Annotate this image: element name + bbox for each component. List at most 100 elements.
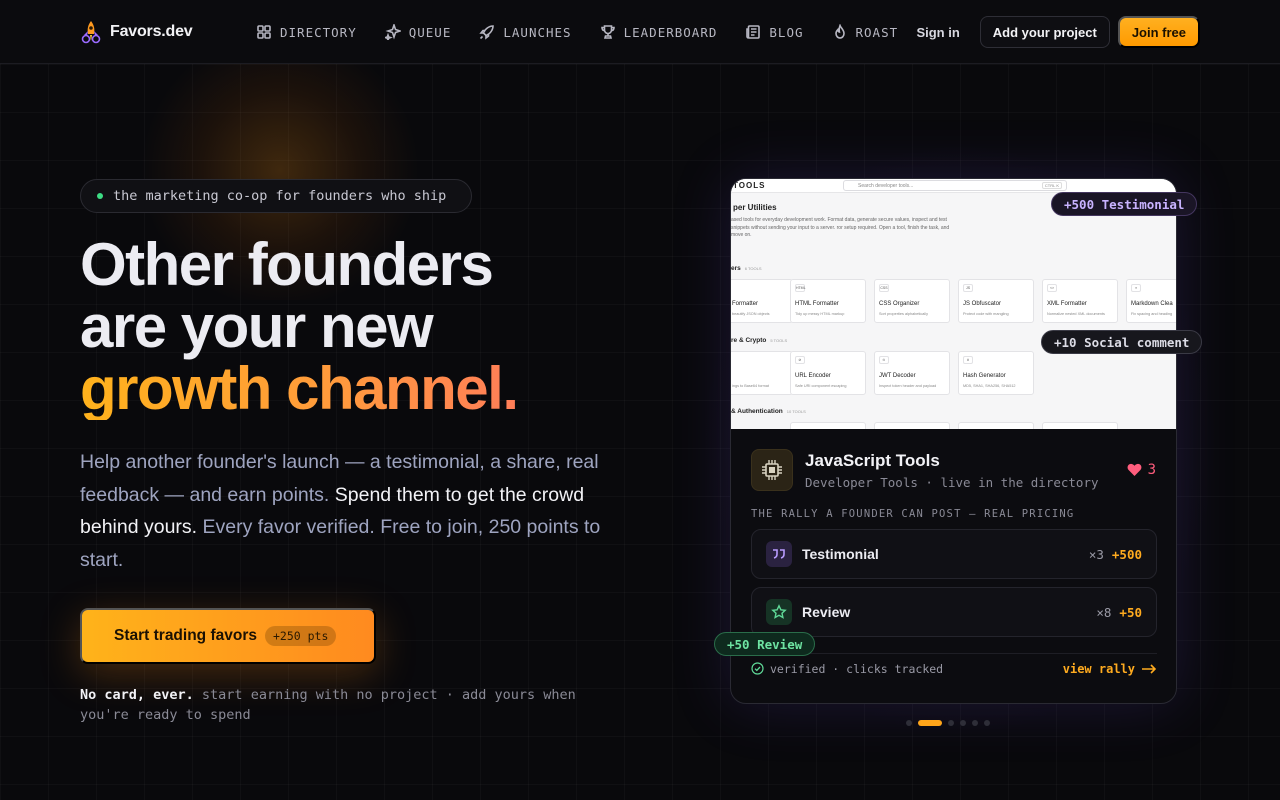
arrow-right-icon bbox=[1142, 663, 1157, 674]
nav-queue[interactable]: QUEUE bbox=[384, 24, 452, 40]
tool-tile: Formatter beautify JSON objects bbox=[731, 279, 793, 323]
tile-desc: Fix spacing and heading bbox=[1131, 312, 1173, 316]
tile-name: XML Formatter bbox=[1047, 301, 1087, 307]
tile-name: HTML Formatter bbox=[795, 301, 839, 307]
tool-tile: <> XML Formatter Normalize nested XML docu… bbox=[1042, 279, 1118, 323]
tile-desc: Tidy up messy HTML markup bbox=[795, 312, 845, 316]
section-count: 6 TOOLS bbox=[744, 266, 762, 271]
tile-desc: beautify JSON objects bbox=[732, 312, 770, 316]
tile-name: Hash Generator bbox=[963, 373, 1006, 379]
nav-launches-label: LAUNCHES bbox=[503, 24, 572, 40]
carousel-dot[interactable] bbox=[984, 720, 990, 726]
tile-icon: ≡ bbox=[1131, 284, 1141, 292]
nav-roast[interactable]: ROAST bbox=[832, 24, 899, 40]
join-free-button[interactable]: Join free bbox=[1117, 16, 1200, 48]
tagline-text: the marketing co-op for founders who shi… bbox=[113, 188, 447, 204]
project-avatar[interactable] bbox=[751, 449, 793, 491]
tile-desc: Normalize nested XML documents bbox=[1047, 312, 1105, 316]
section-title: ers bbox=[731, 265, 741, 272]
tile-icon: JS bbox=[963, 284, 973, 292]
rally-row-review[interactable]: Review ×8 +50 bbox=[751, 587, 1157, 637]
nav-roast-label: ROAST bbox=[855, 24, 899, 40]
row-name: Review bbox=[802, 604, 851, 620]
rocket-icon bbox=[479, 25, 495, 40]
tool-tile: HTML HTML Formatter Tidy up messy HTML mar… bbox=[790, 279, 866, 323]
nav-blog[interactable]: BLOG bbox=[745, 24, 803, 40]
tile-desc: ings to Base64 format bbox=[732, 384, 769, 388]
tile-desc: MD5, SHA1, SHA256, SHA512 bbox=[963, 384, 1016, 388]
view-rally-link[interactable]: view rally bbox=[1063, 662, 1157, 676]
tagline-pill: the marketing co-op for founders who shi… bbox=[80, 179, 472, 213]
section-count: 10 TOOLS bbox=[786, 409, 806, 414]
floating-badge-review: +50 Review bbox=[714, 632, 816, 656]
row-name: Testimonial bbox=[802, 546, 879, 562]
tile-name: JS Obfuscator bbox=[963, 301, 1002, 307]
carousel-dot[interactable] bbox=[906, 720, 912, 726]
hero-headline: Other founders are your new growth chann… bbox=[80, 234, 640, 420]
rally-row-testimonial[interactable]: Testimonial ×3 +500 bbox=[751, 529, 1157, 579]
row-points: +50 bbox=[1119, 604, 1142, 620]
tile-icon: ⊘ bbox=[795, 356, 805, 364]
verified-status: verified · clicks tracked bbox=[751, 662, 943, 676]
row-count: ×8 bbox=[1096, 604, 1112, 620]
rally-label: THE RALLY A FOUNDER CAN POST — REAL PRIC… bbox=[751, 508, 1075, 520]
project-info: JavaScript Tools Developer Tools · live … bbox=[805, 451, 1099, 490]
section-count: 5 TOOLS bbox=[770, 338, 788, 343]
nav-directory[interactable]: DIRECTORY bbox=[256, 24, 357, 40]
start-trading-button[interactable]: Start trading favors +250 pts bbox=[80, 608, 376, 664]
project-name[interactable]: JavaScript Tools bbox=[805, 451, 1099, 471]
carousel-dot[interactable] bbox=[960, 720, 966, 726]
nav-directory-label: DIRECTORY bbox=[280, 24, 357, 40]
tool-tile: CSS CSS Organizer Sort properties alphabet… bbox=[874, 279, 950, 323]
view-rally-label: view rally bbox=[1062, 661, 1135, 676]
nav-leaderboard-label: LEADERBOARD bbox=[623, 24, 718, 40]
screenshot-search-shortcut: CTRL K bbox=[1041, 182, 1062, 189]
nav-leaderboard[interactable]: LEADERBOARD bbox=[600, 24, 718, 40]
nav-launches[interactable]: LAUNCHES bbox=[479, 24, 571, 40]
tile-name: JWT Decoder bbox=[879, 373, 916, 379]
carousel-dot[interactable] bbox=[948, 720, 954, 726]
screenshot-section: re & Crypto 5 TOOLS bbox=[731, 337, 787, 344]
project-header: JavaScript Tools Developer Tools · live … bbox=[751, 449, 1099, 491]
tool-tile bbox=[1042, 422, 1118, 429]
tool-tile bbox=[790, 422, 866, 429]
row-points: +500 bbox=[1111, 546, 1142, 562]
tile-name: CSS Organizer bbox=[879, 301, 920, 307]
cta-points-badge: +250 pts bbox=[264, 626, 337, 646]
carousel-dot[interactable] bbox=[972, 720, 978, 726]
nav-actions: Sign in Add your project Join free bbox=[904, 16, 1200, 48]
screenshot-search-placeholder: Search developer tools... bbox=[858, 183, 914, 189]
brand-logo[interactable]: Favors.dev bbox=[80, 20, 193, 44]
carousel-dots bbox=[906, 720, 990, 726]
screenshot-description: ased tools for everyday development work… bbox=[731, 217, 950, 238]
screenshot-section: & Authentication 10 TOOLS bbox=[731, 408, 806, 415]
cta-label: Start trading favors bbox=[114, 627, 257, 644]
sign-in-link[interactable]: Sign in bbox=[904, 17, 971, 48]
check-circle-icon bbox=[751, 662, 764, 675]
chip-icon bbox=[762, 460, 782, 480]
quote-icon bbox=[766, 541, 792, 567]
floating-badge-testimonial: +500 Testimonial bbox=[1051, 192, 1198, 216]
tool-tile bbox=[958, 422, 1034, 429]
tool-tile: ⊘ URL Encoder Safe URI component escaping bbox=[790, 351, 866, 395]
headline-line-2: are your new bbox=[80, 293, 434, 360]
heart-icon bbox=[1127, 463, 1141, 476]
add-project-button[interactable]: Add your project bbox=[979, 16, 1110, 48]
like-button[interactable]: 3 bbox=[1127, 462, 1156, 478]
sparkles-icon bbox=[384, 24, 401, 40]
tile-icon: ⊙ bbox=[879, 356, 889, 364]
fine-print-bold: No card, ever. bbox=[80, 687, 194, 703]
status-dot bbox=[97, 193, 103, 199]
floating-badge-social: +10 Social comment bbox=[1041, 330, 1203, 354]
screenshot-section: ers 6 TOOLS bbox=[731, 265, 762, 272]
rocket-logo-icon bbox=[81, 21, 101, 44]
project-status: live in the directory bbox=[940, 474, 1099, 490]
hero-description: Help another founder's launch — a testim… bbox=[80, 446, 640, 576]
flame-icon bbox=[834, 24, 845, 39]
screenshot-heading: per Utilities bbox=[733, 203, 777, 212]
tool-tile bbox=[874, 422, 950, 429]
carousel-dot-active[interactable] bbox=[918, 720, 942, 726]
grid-icon bbox=[257, 25, 271, 39]
tile-desc: Safe URI component escaping bbox=[795, 384, 847, 388]
tool-tile: ings to Base64 format bbox=[731, 351, 793, 395]
